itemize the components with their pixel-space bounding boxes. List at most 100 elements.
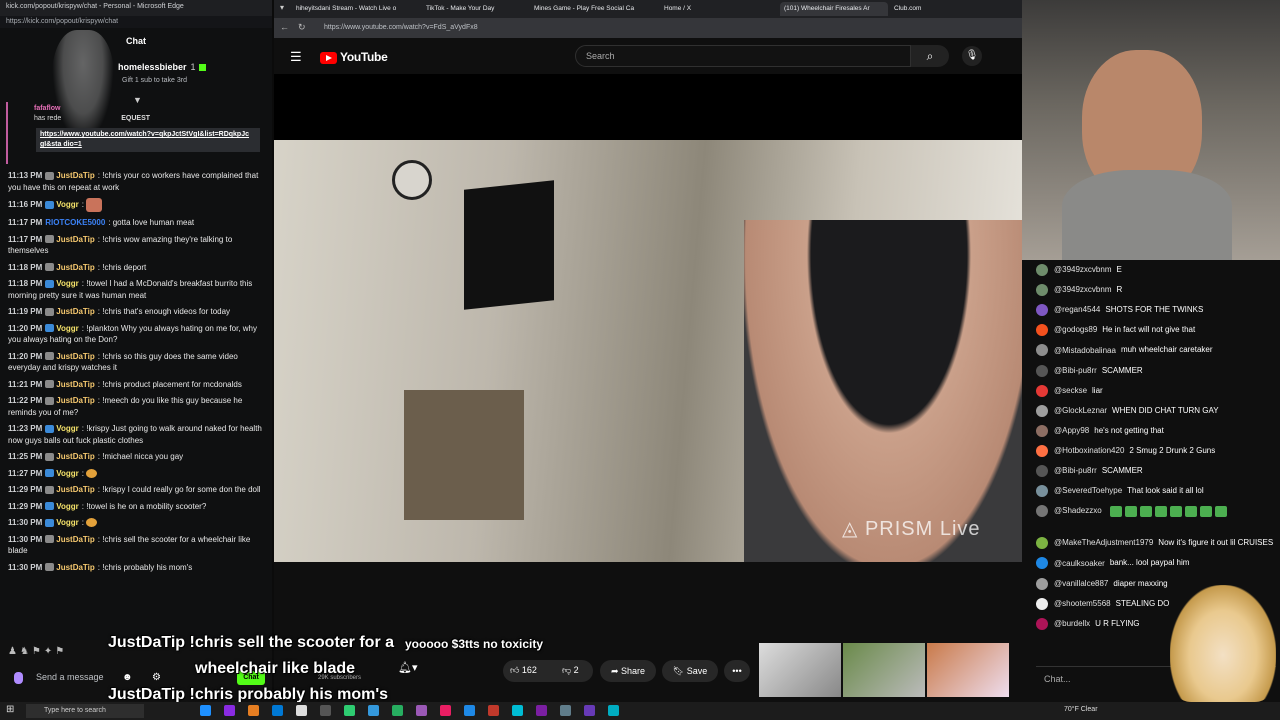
taskbar-app-icon[interactable] [560, 705, 571, 716]
taskbar-app-icon[interactable] [320, 705, 331, 716]
avatar[interactable] [1036, 577, 1048, 590]
voice-search-icon[interactable]: 🎙 [962, 46, 982, 66]
message-user[interactable]: Voggr [56, 518, 79, 527]
pinned-link[interactable]: https://www.youtube.com/watch?v=qkpJctSt… [36, 128, 260, 152]
taskbar-app-icon[interactable] [248, 705, 259, 716]
avatar[interactable] [1036, 384, 1048, 397]
tab-actions-icon[interactable]: ▾ [280, 3, 284, 12]
browser-tab[interactable]: (101) Wheelchair Firesales Ar [780, 2, 888, 16]
youtube-logo[interactable]: YouTube [320, 50, 388, 64]
share-button[interactable]: ➦ Share [600, 660, 656, 682]
live-chat-user[interactable]: @SeveredToehype [1054, 486, 1122, 495]
browser-tab[interactable]: Club.com [890, 2, 1016, 16]
recommended-thumbnail[interactable] [843, 643, 925, 697]
message-user[interactable]: JustDaTip [56, 380, 95, 389]
message-user[interactable]: Voggr [56, 424, 79, 433]
message-user[interactable]: Voggr [56, 324, 79, 333]
gift-sub-text[interactable]: Gift 1 sub to take 3rd [122, 77, 187, 84]
browser-tab[interactable]: TikTok - Make Your Day [422, 2, 526, 16]
avatar[interactable] [1036, 617, 1048, 630]
recommended-thumbnail[interactable] [927, 643, 1009, 697]
browser-tab[interactable]: Home / X [660, 2, 776, 16]
bell-icon[interactable]: 🔔︎▾ [398, 661, 418, 674]
live-chat-user[interactable]: @Bibi-pu8rr [1054, 466, 1097, 475]
taskbar-app-icon[interactable] [608, 705, 619, 716]
message-user[interactable]: JustDaTip [56, 352, 95, 361]
message-user[interactable]: JustDaTip [56, 396, 95, 405]
refresh-icon[interactable]: ↻ [298, 22, 306, 33]
live-chat-user[interactable]: @Hotboxination420 [1054, 446, 1124, 455]
send-message-input[interactable]: Send a message [10, 668, 130, 688]
message-user[interactable]: Voggr [56, 469, 79, 478]
avatar[interactable] [1036, 537, 1048, 550]
taskbar-app-icon[interactable] [464, 705, 475, 716]
avatar[interactable] [1036, 364, 1048, 377]
avatar[interactable] [1036, 485, 1048, 498]
message-user[interactable]: JustDaTip [56, 452, 95, 461]
live-chat-user[interactable]: @MakeTheAdjustment1979 [1054, 538, 1153, 547]
dislike-button[interactable]: 👎︎ 2 [562, 665, 579, 676]
message-user[interactable]: JustDaTip [56, 485, 95, 494]
message-user[interactable]: JustDaTip [56, 235, 95, 244]
live-chat-user[interactable]: @seckse [1054, 386, 1087, 395]
weather-widget[interactable]: 70°F Clear [1064, 706, 1098, 713]
message-user[interactable]: JustDaTip [56, 307, 95, 316]
message-user[interactable]: JustDaTip [56, 171, 95, 180]
like-button[interactable]: 👍︎ 162 [510, 665, 537, 676]
taskbar-app-icon[interactable] [344, 705, 355, 716]
taskbar-app-icon[interactable] [392, 705, 403, 716]
live-chat-user[interactable]: @Mistadobalinaa [1054, 346, 1116, 355]
live-chat-user[interactable]: @godogs89 [1054, 325, 1097, 334]
emoji-icon[interactable]: ☻ [122, 672, 133, 683]
emote-bar-icons[interactable]: ♟♞⚑✦⚑ [8, 646, 67, 657]
start-icon[interactable]: ⊞ [6, 704, 14, 715]
taskbar-app-icon[interactable] [416, 705, 427, 716]
recommended-thumbnail[interactable] [759, 643, 841, 697]
browser-address-bar[interactable]: https://www.youtube.com/watch?v=FdS_aVyd… [274, 18, 1022, 38]
taskbar-app-icon[interactable] [368, 705, 379, 716]
more-actions-icon[interactable]: ••• [724, 660, 750, 682]
taskbar-app-icon[interactable] [584, 705, 595, 716]
taskbar-app-icon[interactable] [296, 705, 307, 716]
avatar[interactable] [1036, 465, 1048, 477]
avatar[interactable] [1036, 404, 1048, 417]
live-chat-user[interactable]: @Bibi-pu8rr [1054, 366, 1097, 375]
live-chat-user[interactable]: @GlockLeznar [1054, 406, 1107, 415]
avatar[interactable] [1036, 505, 1048, 518]
avatar[interactable] [1036, 344, 1048, 357]
message-user[interactable]: JustDaTip [56, 563, 95, 572]
message-user[interactable]: JustDaTip [56, 535, 95, 544]
live-chat-user[interactable]: @3949zxcvbnm [1054, 265, 1111, 274]
message-user[interactable]: Voggr [56, 279, 79, 288]
message-user[interactable]: RIOTCOKE5000 [45, 218, 105, 227]
message-user[interactable]: Voggr [56, 200, 79, 209]
taskbar-app-icon[interactable] [224, 705, 235, 716]
taskbar-app-icon[interactable] [272, 705, 283, 716]
live-chat-user[interactable]: @3949zxcvbnm [1054, 285, 1111, 294]
avatar[interactable] [1036, 557, 1048, 570]
avatar[interactable] [1036, 444, 1048, 457]
taskbar-app-icon[interactable] [512, 705, 523, 716]
taskbar-app-icon[interactable] [200, 705, 211, 716]
save-button[interactable]: 🔖︎ Save [662, 660, 718, 682]
live-chat-user[interactable]: @caulksoaker [1054, 559, 1105, 568]
avatar[interactable] [1036, 264, 1048, 276]
avatar[interactable] [1036, 284, 1048, 297]
taskbar-app-icon[interactable] [488, 705, 499, 716]
video-player[interactable] [274, 140, 1022, 562]
message-user[interactable]: JustDaTip [56, 263, 95, 272]
avatar[interactable] [1036, 304, 1048, 317]
taskbar-app-icon[interactable] [440, 705, 451, 716]
search-input[interactable]: Search [575, 45, 911, 67]
live-chat-user[interactable]: @Shadezzxo [1054, 506, 1102, 515]
taskbar-app-icon[interactable] [536, 705, 547, 716]
browser-tab[interactable]: Mines Game - Play Free Social Ca [530, 2, 656, 16]
live-chat-user[interactable]: @vanillalce887 [1054, 579, 1108, 588]
live-chat-user[interactable]: @regan4544 [1054, 305, 1100, 314]
avatar[interactable] [1036, 324, 1048, 337]
live-chat-input[interactable]: Chat... [1044, 674, 1144, 684]
back-icon[interactable]: ← [280, 22, 289, 32]
browser-tab[interactable]: hiheyitsdani Stream - Watch Live o [292, 2, 416, 16]
menu-icon[interactable]: ☰ [290, 49, 302, 65]
avatar[interactable] [1036, 424, 1048, 437]
